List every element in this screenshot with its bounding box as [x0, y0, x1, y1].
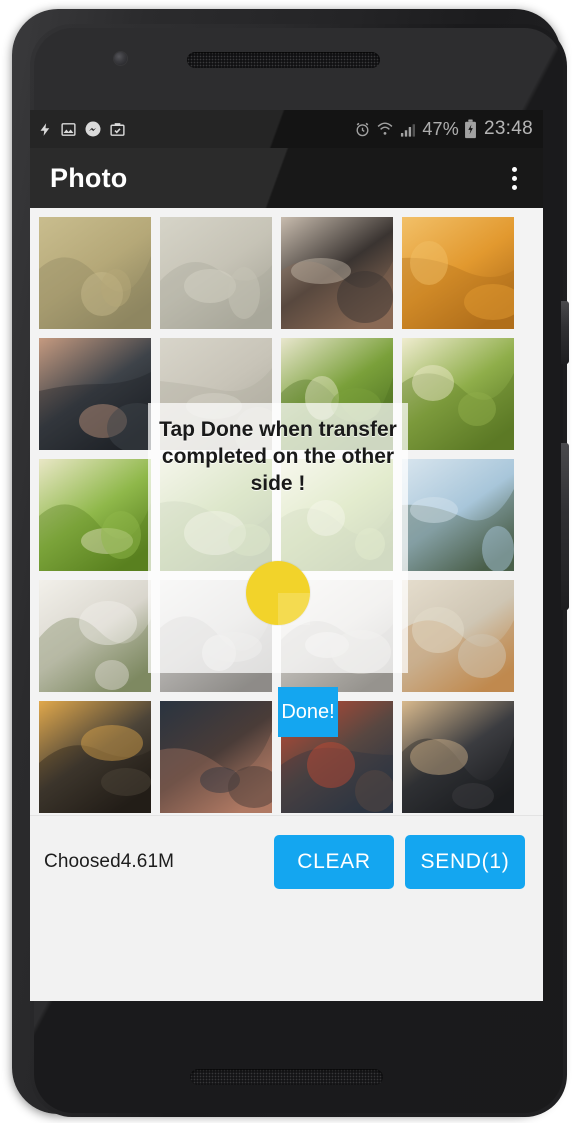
status-clock: 23:48	[483, 118, 533, 139]
app-bar: Photo	[30, 148, 543, 208]
photo-thumbnail[interactable]	[160, 459, 272, 571]
photo-thumbnail[interactable]	[281, 580, 393, 692]
photo-thumbnail[interactable]	[160, 338, 272, 450]
flash-icon	[38, 120, 53, 139]
wifi-icon	[376, 121, 394, 137]
photo-thumbnail[interactable]	[281, 459, 393, 571]
photo-thumbnail[interactable]	[39, 217, 151, 329]
photo-thumbnail[interactable]	[160, 701, 272, 813]
photo-thumbnail[interactable]	[402, 459, 514, 571]
more-vert-dot-1	[511, 166, 517, 172]
clear-button[interactable]: CLEAR	[274, 835, 394, 889]
photo-thumbnail[interactable]	[39, 338, 151, 450]
screenshot-icon	[109, 121, 126, 138]
more-vert-dot-3	[511, 184, 517, 190]
page-title: Photo	[50, 162, 128, 193]
status-bar-right-icons: 47% 23:48	[354, 118, 533, 140]
photo-thumbnail[interactable]	[281, 338, 393, 450]
front-camera-icon	[114, 52, 127, 65]
action-bar: Choosed4.61M CLEAR SEND(1)	[30, 815, 543, 908]
signal-icon	[399, 121, 417, 138]
photo-thumbnail[interactable]	[402, 701, 514, 813]
power-button[interactable]	[561, 301, 569, 364]
volume-button[interactable]	[561, 443, 569, 610]
photo-thumbnail[interactable]	[39, 701, 151, 813]
alarm-icon	[354, 121, 371, 138]
photo-thumbnail[interactable]	[160, 580, 272, 692]
battery-percent-label: 47%	[422, 118, 459, 139]
bottom-speaker	[190, 1069, 383, 1085]
more-vert-icon[interactable]	[499, 158, 529, 198]
status-bar: 47% 23:48	[30, 110, 543, 148]
photo-thumbnail[interactable]	[281, 217, 393, 329]
photo-thumbnail[interactable]	[402, 338, 514, 450]
done-button[interactable]: Done!	[278, 687, 338, 737]
chosen-size-label: Choosed4.61M	[44, 851, 175, 872]
photo-grid	[39, 217, 543, 908]
photo-thumbnail[interactable]	[160, 217, 272, 329]
status-bar-left-icons	[38, 120, 126, 139]
send-button[interactable]: SEND(1)	[405, 835, 525, 889]
phone-screen: 47% 23:48 Photo Choosed4.61M CLEAR SEND(…	[30, 110, 543, 1001]
more-vert-dot-2	[511, 175, 517, 181]
photo-thumbnail[interactable]	[402, 217, 514, 329]
image-icon	[60, 121, 77, 138]
battery-charging-icon	[464, 119, 477, 139]
messenger-icon	[84, 120, 102, 138]
photo-gallery[interactable]: Choosed4.61M CLEAR SEND(1)	[30, 208, 543, 908]
earpiece-speaker	[187, 52, 380, 68]
photo-thumbnail[interactable]	[39, 459, 151, 571]
photo-thumbnail[interactable]	[39, 580, 151, 692]
photo-thumbnail[interactable]	[402, 580, 514, 692]
